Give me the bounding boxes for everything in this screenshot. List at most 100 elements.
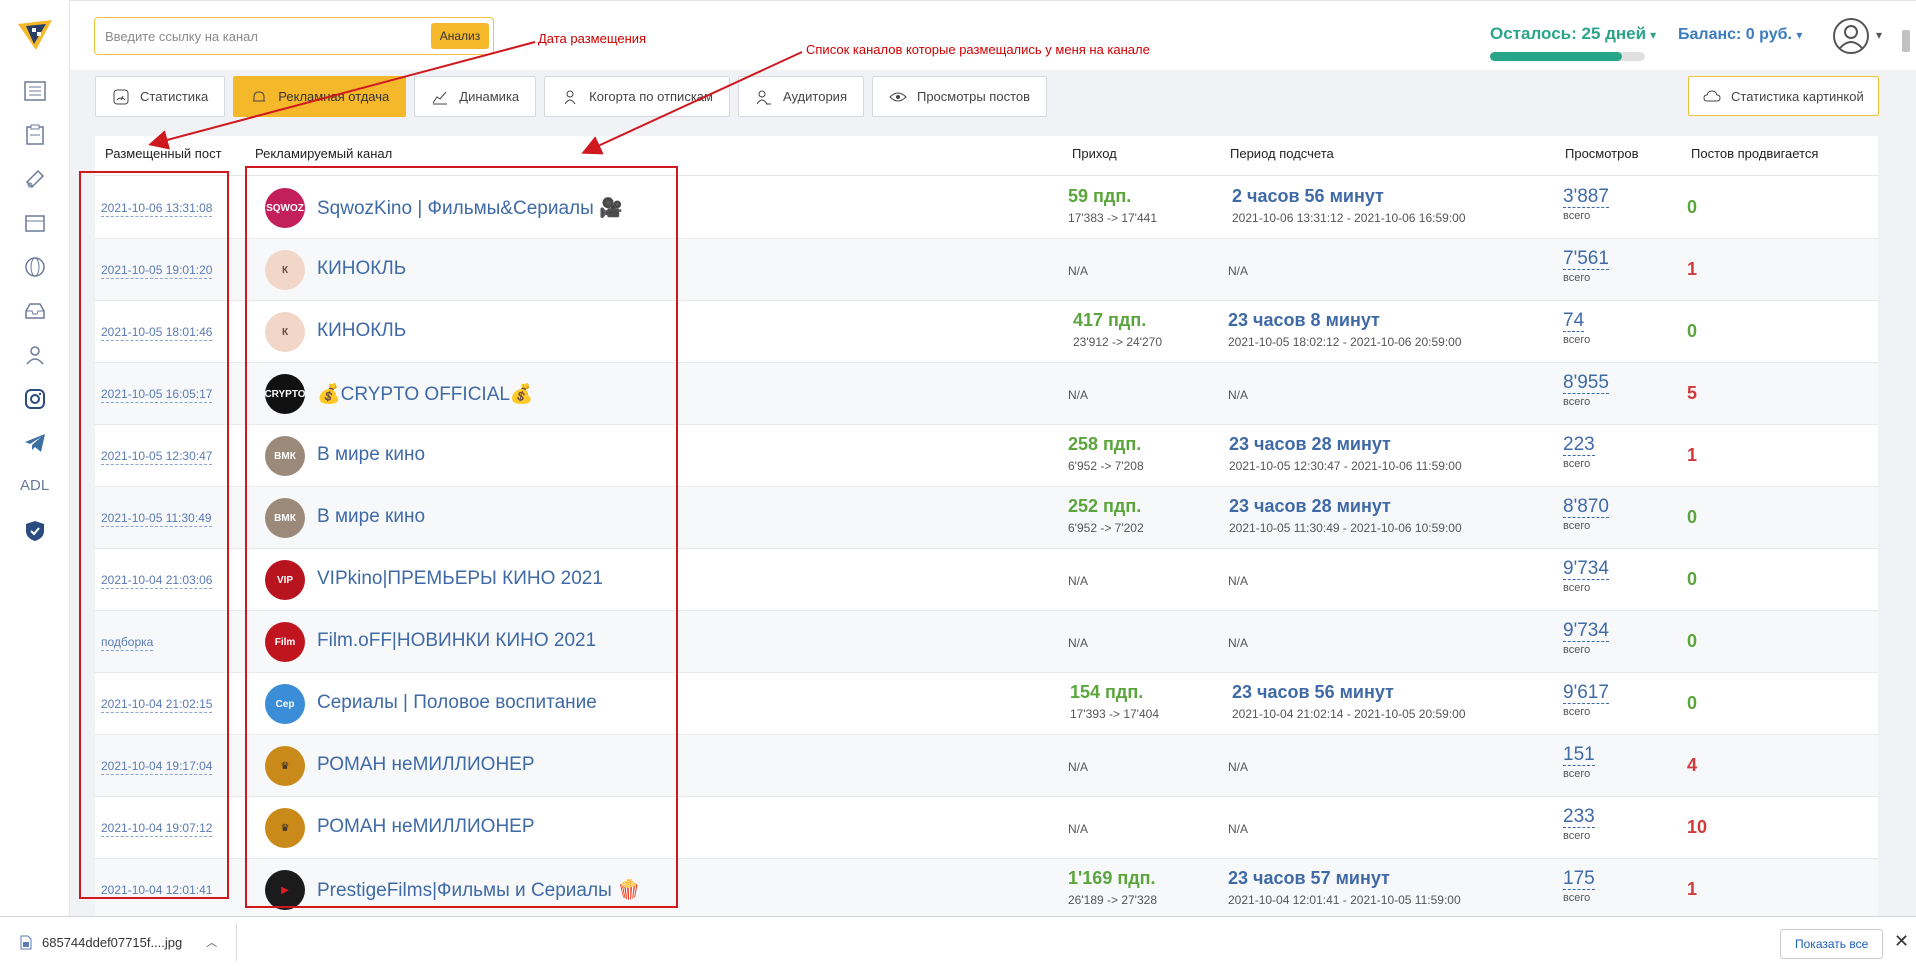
income-range: 17'393 -> 17'404: [1070, 707, 1159, 721]
period-value: 23 часов 28 минут: [1229, 496, 1391, 516]
views-cell: 233 всего: [1563, 807, 1595, 842]
views-label: всего: [1563, 892, 1591, 904]
clipboard-icon[interactable]: [22, 122, 48, 148]
views-link[interactable]: 74: [1563, 311, 1585, 332]
views-cell: 8'870 всего: [1563, 497, 1609, 532]
views-link[interactable]: 9'734: [1563, 559, 1609, 580]
users-icon[interactable]: [22, 342, 48, 368]
views-cell: 7'561 всего: [1563, 249, 1609, 284]
tab-statistics[interactable]: Статистика: [95, 76, 226, 117]
analyze-button[interactable]: Анализ: [431, 23, 489, 49]
period-range: 2021-10-05 18:02:12 - 2021-10-06 20:59:0…: [1228, 335, 1462, 349]
income-range: 17'383 -> 17'441: [1068, 211, 1157, 225]
page-scrollbar[interactable]: [1900, 30, 1912, 910]
views-link[interactable]: 223: [1563, 435, 1595, 456]
income-value: 1'169 пдп.: [1068, 868, 1156, 888]
telegram-icon[interactable]: [22, 430, 48, 456]
download-item[interactable]: 685744ddef07715f....jpg ︿: [20, 927, 217, 957]
download-bar: 685744ddef07715f....jpg ︿ Показать все ✕: [0, 916, 1916, 967]
header-promoted[interactable]: Постов продвигается: [1691, 146, 1818, 161]
channel-url-input[interactable]: [105, 26, 405, 46]
views-link[interactable]: 7'561: [1563, 249, 1609, 270]
income-cell: 258 пдп. 6'952 -> 7'208: [1068, 434, 1144, 473]
period-value: 23 часов 56 минут: [1232, 682, 1394, 702]
promoted-count: 10: [1687, 817, 1708, 837]
list-icon[interactable]: [22, 78, 48, 104]
user-avatar-icon[interactable]: [1833, 18, 1869, 54]
views-label: всего: [1563, 830, 1591, 842]
inbox-icon[interactable]: [22, 298, 48, 324]
shield-icon[interactable]: [22, 518, 48, 544]
chevron-up-icon[interactable]: ︿: [206, 934, 217, 950]
period-na: N/A: [1228, 760, 1249, 774]
period-range: 2021-10-04 21:02:14 - 2021-10-05 20:59:0…: [1232, 707, 1466, 721]
tab-dynamics[interactable]: Динамика: [414, 76, 537, 117]
tab-cohort[interactable]: Когорта по отпискам: [544, 76, 730, 117]
views-cell: 9'734 всего: [1563, 559, 1609, 594]
income-range: 23'912 -> 24'270: [1073, 335, 1162, 349]
close-icon[interactable]: ✕: [1894, 931, 1909, 952]
period-value: 23 часов 8 минут: [1228, 310, 1380, 330]
promoted-count: 0: [1687, 693, 1698, 713]
header-income[interactable]: Приход: [1072, 146, 1117, 161]
megaphone-icon[interactable]: [22, 166, 48, 192]
income-cell: 1'169 пдп. 26'189 -> 27'328: [1068, 868, 1157, 907]
income-value: 154 пдп.: [1070, 682, 1144, 702]
sidebar-adl[interactable]: ADL: [20, 477, 49, 494]
views-cell: 3'887 всего: [1563, 187, 1609, 222]
views-link[interactable]: 9'617: [1563, 683, 1609, 704]
picture-stats-label: Статистика картинкой: [1731, 88, 1864, 104]
tab-label: Просмотры постов: [916, 89, 1031, 104]
show-all-button[interactable]: Показать все: [1780, 929, 1884, 959]
period-cell: 23 часов 28 минут 2021-10-05 11:30:49 - 2…: [1229, 496, 1462, 535]
income-na: N/A: [1068, 388, 1089, 402]
chevron-down-icon[interactable]: ▾: [1876, 28, 1882, 42]
annotation-box-dates: [79, 171, 229, 899]
views-link[interactable]: 151: [1563, 745, 1595, 766]
period-value: 23 часов 28 минут: [1229, 434, 1391, 454]
tab-post-views[interactable]: Просмотры постов: [871, 76, 1048, 117]
promoted-count: 0: [1687, 197, 1698, 217]
views-link[interactable]: 3'887: [1563, 187, 1609, 208]
period-cell: 2 часов 56 минут 2021-10-06 13:31:12 - 20…: [1232, 186, 1466, 225]
picture-stats-button[interactable]: Статистика картинкой: [1688, 76, 1879, 116]
views-link[interactable]: 233: [1563, 807, 1595, 828]
views-cell: 223 всего: [1563, 435, 1595, 470]
views-link[interactable]: 8'870: [1563, 497, 1609, 518]
download-filename: 685744ddef07715f....jpg: [42, 934, 183, 950]
instagram-icon[interactable]: [22, 386, 48, 412]
annotation-box-channels: [245, 166, 678, 908]
archive-icon[interactable]: [22, 210, 48, 236]
views-label: всего: [1563, 334, 1591, 346]
views-label: всего: [1563, 644, 1591, 656]
header-views[interactable]: Просмотров: [1565, 146, 1639, 161]
views-link[interactable]: 175: [1563, 869, 1595, 890]
period-na: N/A: [1228, 636, 1249, 650]
scroll-thumb[interactable]: [1902, 30, 1910, 52]
promoted-count: 1: [1687, 445, 1698, 465]
header-post[interactable]: Размещенный пост: [105, 146, 222, 161]
income-cell: 59 пдп. 17'383 -> 17'441: [1068, 186, 1157, 225]
views-label: всего: [1563, 396, 1591, 408]
subscription-days[interactable]: Осталось: 25 дней ▾: [1490, 24, 1656, 44]
period-cell: 23 часов 57 минут 2021-10-04 12:01:41 - 2…: [1228, 868, 1461, 907]
income-value: 252 пдп.: [1068, 496, 1142, 516]
cloud-icon: [1703, 87, 1721, 105]
chart-icon: [431, 88, 449, 106]
views-link[interactable]: 8'955: [1563, 373, 1609, 394]
days-progress-fill: [1490, 52, 1622, 61]
header-channel[interactable]: Рекламируемый канал: [255, 146, 392, 161]
promoted-count: 5: [1687, 383, 1698, 403]
header-period[interactable]: Период подсчета: [1230, 146, 1334, 161]
balance[interactable]: Баланс: 0 руб. ▾: [1678, 26, 1802, 44]
income-cell: 154 пдп. 17'393 -> 17'404: [1070, 682, 1159, 721]
views-link[interactable]: 9'734: [1563, 621, 1609, 642]
promoted-count: 0: [1687, 321, 1698, 341]
globe-icon[interactable]: [22, 254, 48, 280]
tab-ad-return[interactable]: Рекламная отдача: [233, 76, 407, 117]
tab-audience[interactable]: Аудитория: [737, 76, 864, 117]
tab-label: Динамика: [459, 89, 520, 104]
annotation-channels-note: Список каналов которые размещались у мен…: [806, 42, 1150, 57]
eye-icon: [889, 88, 907, 106]
logo-icon[interactable]: [16, 18, 54, 52]
